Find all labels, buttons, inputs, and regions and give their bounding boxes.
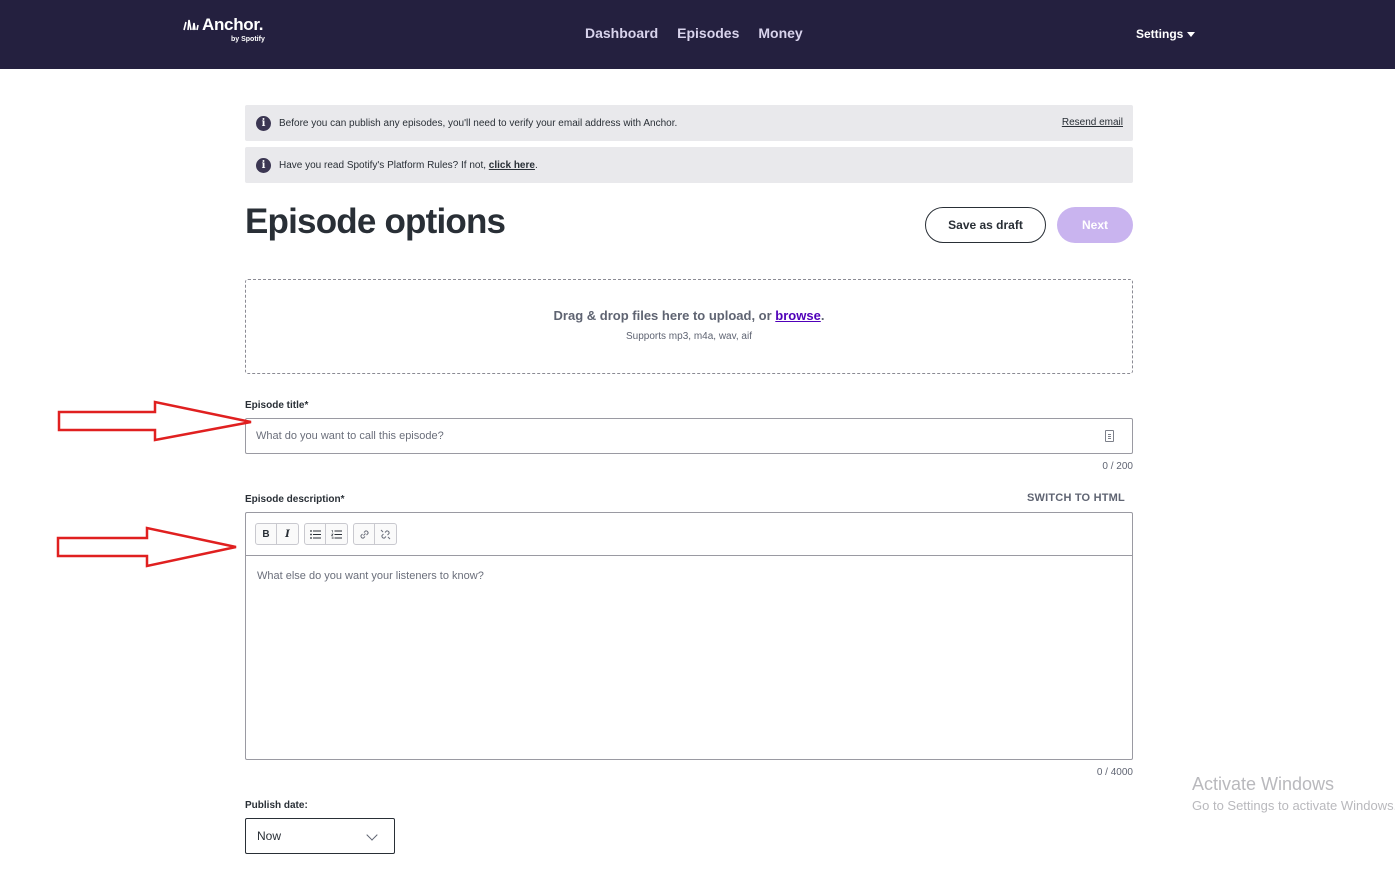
supported-formats: Supports mp3, m4a, wav, aif <box>626 331 752 342</box>
verify-email-banner: i Before you can publish any episodes, y… <box>245 105 1133 141</box>
publish-date-select[interactable]: Now <box>245 818 395 854</box>
anchor-wave-icon <box>183 19 199 31</box>
dropzone-text-end: . <box>820 308 825 323</box>
browse-link[interactable]: browse <box>775 308 821 323</box>
activate-windows-watermark: Activate Windows Go to Settings to activ… <box>1192 774 1395 813</box>
dropzone-text: Drag & drop files here to upload, or <box>553 308 776 323</box>
chevron-down-icon <box>366 829 378 841</box>
episode-title-input[interactable] <box>246 419 1132 453</box>
publish-date-value: Now <box>257 829 282 843</box>
switch-to-html-button[interactable]: SWITCH TO HTML <box>1027 492 1125 504</box>
save-draft-button[interactable]: Save as draft <box>925 207 1046 243</box>
info-icon: i <box>256 115 271 131</box>
bold-button[interactable]: B <box>256 524 277 544</box>
bullet-list-icon[interactable] <box>305 524 326 544</box>
nav-money[interactable]: Money <box>758 25 802 41</box>
logo-text: Anchor. <box>202 15 264 34</box>
italic-button[interactable]: I <box>277 524 298 544</box>
watermark-subtitle: Go to Settings to activate Windows. <box>1192 798 1395 813</box>
platform-rules-end: . <box>534 159 538 171</box>
watermark-title: Activate Windows <box>1192 774 1335 794</box>
editor-toolbar: B I <box>246 513 1132 556</box>
unlink-icon[interactable] <box>375 524 396 544</box>
verify-email-text: Before you can publish any episodes, you… <box>279 117 678 129</box>
platform-rules-link[interactable]: click here <box>489 160 535 171</box>
format-group: B I <box>255 523 299 545</box>
info-icon: i <box>256 157 271 173</box>
anchor-logo[interactable]: Anchor. by Spotify <box>183 15 265 43</box>
publish-date-label: Publish date: <box>245 800 308 811</box>
red-arrow-icon <box>56 526 237 568</box>
episode-description-editor: B I What else do you want your listeners… <box>245 512 1133 760</box>
top-navbar: Anchor. by Spotify Dashboard Episodes Mo… <box>0 0 1395 69</box>
upload-dropzone[interactable]: Drag & drop files here to upload, or bro… <box>245 279 1133 374</box>
title-char-counter: 0 / 200 <box>1102 461 1133 472</box>
logo-subtitle: by Spotify <box>231 36 265 43</box>
document-icon[interactable] <box>1105 430 1114 442</box>
red-arrow-icon <box>57 400 252 442</box>
list-group <box>304 523 348 545</box>
episode-title-field <box>245 418 1133 454</box>
numbered-list-icon[interactable] <box>326 524 347 544</box>
platform-rules-banner: i Have you read Spotify's Platform Rules… <box>245 147 1133 183</box>
settings-label: Settings <box>1136 27 1184 41</box>
link-icon[interactable] <box>354 524 375 544</box>
page-title: Episode options <box>245 202 506 241</box>
episode-description-label: Episode description* <box>245 494 345 505</box>
dropzone-main: Drag & drop files here to upload, or bro… <box>246 308 1132 323</box>
nav-dashboard[interactable]: Dashboard <box>585 25 658 41</box>
caret-down-icon <box>1187 31 1196 37</box>
nav-episodes[interactable]: Episodes <box>677 25 739 41</box>
description-char-counter: 0 / 4000 <box>1096 767 1133 778</box>
next-button[interactable]: Next <box>1057 207 1133 243</box>
settings-menu[interactable]: Settings <box>1136 27 1196 41</box>
main-nav: Dashboard Episodes Money <box>585 25 803 41</box>
link-group <box>353 523 397 545</box>
description-text-area[interactable]: What else do you want your listeners to … <box>246 556 1132 756</box>
platform-rules-text: Have you read Spotify's Platform Rules? … <box>279 159 487 171</box>
resend-email-link[interactable]: Resend email <box>1062 117 1123 128</box>
